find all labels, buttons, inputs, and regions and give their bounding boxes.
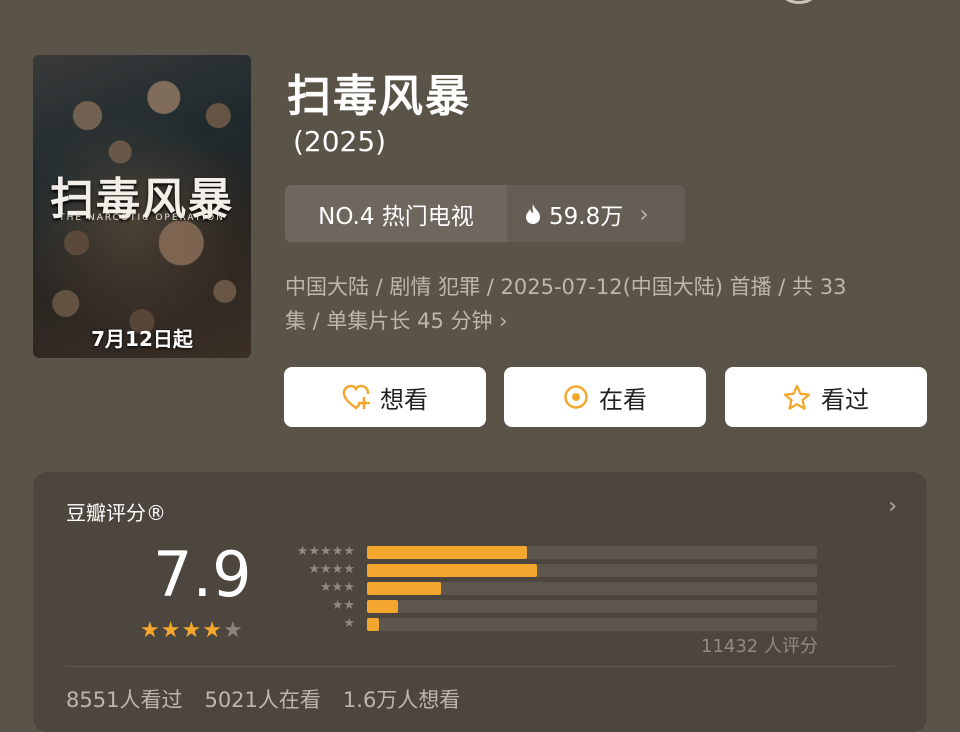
chevron-right-icon: › — [639, 199, 649, 228]
star-filled-icon: ★ — [202, 618, 223, 643]
star-filled-icon: ★ — [160, 618, 182, 643]
dist-bar-1 — [367, 618, 379, 631]
heart-plus-icon — [342, 384, 370, 410]
rank-pill[interactable]: NO.4 热门电视 59.8万 › — [285, 185, 685, 242]
stat-watching[interactable]: 5021人在看 — [204, 684, 320, 714]
target-icon — [564, 385, 588, 409]
dist-bar-track-3 — [367, 582, 817, 595]
dist-stars-3: ★★★ — [320, 580, 355, 595]
dist-stars-5: ★★★★★ — [296, 544, 355, 559]
dist-bar-track-2 — [367, 600, 817, 613]
heat-value: 59.8万 — [549, 203, 624, 230]
dist-stars-1: ★ — [343, 616, 355, 631]
release-year: (2025) — [293, 125, 387, 158]
dist-bar-4 — [367, 564, 537, 577]
dist-bar-3 — [367, 582, 441, 595]
rating-card[interactable]: 豆瓣评分® › 7.9 ★★★★★ ★★★★★ ★★★★ ★★★ ★★ ★ 11432 … — [33, 472, 927, 732]
watching-label: 在看 — [599, 385, 647, 414]
top-circle-icon[interactable] — [778, 0, 820, 4]
want-label: 想看 — [380, 385, 428, 414]
dist-stars-2: ★★ — [331, 598, 355, 613]
star-filled-icon: ★ — [181, 618, 203, 643]
dist-bar-5 — [367, 546, 527, 559]
watched-label: 看过 — [821, 385, 869, 414]
rank-label[interactable]: NO.4 热门电视 — [285, 185, 507, 242]
stats-row: 8551人看过 5021人在看 1.6万人想看 — [66, 684, 460, 714]
rating-score: 7.9 — [153, 538, 252, 611]
watching-button[interactable]: 在看 — [504, 367, 706, 427]
stat-want[interactable]: 1.6万人想看 — [343, 684, 460, 714]
score-stars: ★★★★★ — [140, 618, 244, 643]
dist-bar-track-4 — [367, 564, 817, 577]
dist-bar-track-5 — [367, 546, 817, 559]
rating-title: 豆瓣评分® — [66, 501, 166, 525]
chevron-right-icon[interactable]: › — [888, 494, 897, 519]
meta-line-2-row: 集 / 单集片长 45 分钟 › — [285, 304, 925, 338]
star-filled-icon: ★ — [140, 618, 161, 643]
meta-info[interactable]: 中国大陆 / 剧情 犯罪 / 2025-07-12(中国大陆) 首播 / 共 3… — [285, 270, 925, 338]
watched-button[interactable]: 看过 — [725, 367, 927, 427]
stat-watched[interactable]: 8551人看过 — [66, 684, 182, 714]
rating-count: 11432 人评分 — [701, 636, 818, 657]
poster-date: 7月12日起 — [91, 327, 193, 351]
poster-image[interactable]: 扫毒风暴 THE NARCOTIC OPERATION 7月12日起 — [33, 55, 251, 358]
dist-bar-2 — [367, 600, 398, 613]
dist-stars-4: ★★★★ — [308, 562, 355, 577]
flame-icon — [526, 203, 540, 224]
page-title: 扫毒风暴 — [287, 71, 471, 122]
want-to-watch-button[interactable]: 想看 — [284, 367, 486, 427]
meta-line-1: 中国大陆 / 剧情 犯罪 / 2025-07-12(中国大陆) 首播 / 共 3… — [285, 275, 847, 299]
divider — [66, 666, 894, 667]
chevron-right-icon: › — [492, 309, 508, 333]
dist-bar-track-1 — [367, 618, 817, 631]
star-empty-icon: ★ — [222, 618, 244, 643]
meta-line-2: 集 / 单集片长 45 分钟 — [285, 309, 493, 333]
star-icon — [783, 384, 811, 410]
heat-indicator[interactable]: 59.8万 › — [507, 185, 685, 242]
poster-subtitle: THE NARCOTIC OPERATION — [59, 213, 225, 223]
